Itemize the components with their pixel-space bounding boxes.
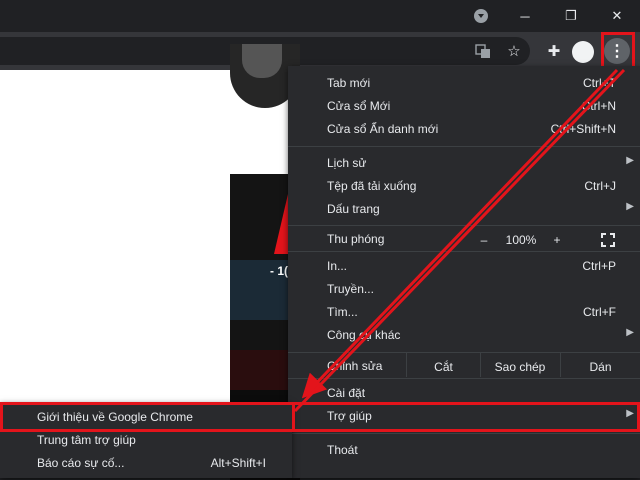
menu-item-find[interactable]: Tìm... Ctrl+F (288, 301, 640, 324)
zoom-in-button[interactable]: + (547, 228, 567, 252)
title-bar: ─ ❐ ✕ (0, 0, 640, 32)
menu-label: In... (327, 259, 348, 273)
menu-shortcut: Ctrl+T (583, 76, 616, 90)
image-text: - 1( (270, 264, 288, 278)
menu-separator (288, 378, 640, 379)
menu-item-new-tab[interactable]: Tab mới Ctrl+T (288, 72, 640, 95)
menu-label: Cài đặt (327, 386, 366, 400)
menu-label: Tab mới (327, 76, 371, 90)
menu-label: Trung tâm trợ giúp (37, 433, 136, 447)
minimize-button[interactable]: ─ (502, 0, 548, 32)
menu-item-incognito[interactable]: Cửa sổ Ẩn danh mới Ctrl+Shift+N (288, 118, 640, 141)
menu-separator (288, 433, 640, 434)
menu-item-cast[interactable]: Truyền... (288, 278, 640, 301)
menu-label: Báo cáo sự cố... (37, 456, 125, 470)
menu-shortcut: Ctrl+J (584, 179, 616, 193)
submenu-arrow-icon: ▶ (626, 201, 634, 212)
menu-label: Cửa sổ Ẩn danh mới (327, 122, 439, 136)
menu-item-more-tools[interactable]: Công cụ khác ▶ (288, 324, 640, 347)
submenu-item-about-chrome[interactable]: Giới thiệu về Google Chrome (0, 406, 292, 428)
menu-shortcut: Ctrl+P (582, 259, 616, 273)
menu-row-zoom: Thu phóng – 100% + (288, 226, 640, 250)
bookmark-star-icon[interactable]: ☆ (501, 38, 527, 64)
menu-item-settings[interactable]: Cài đặt (288, 382, 640, 405)
menu-separator (288, 146, 640, 147)
menu-label: Chỉnh sửa (327, 359, 383, 373)
menu-label: Dấu trang (327, 202, 380, 216)
menu-shortcut: Ctrl+F (583, 305, 616, 319)
menu-item-downloads[interactable]: Tệp đã tải xuống Ctrl+J (288, 175, 640, 198)
menu-row-edit: Chỉnh sửa Cắt Sao chép Dán (288, 353, 640, 377)
menu-label: Trợ giúp (327, 409, 372, 423)
menu-label: Tìm... (327, 305, 358, 319)
menu-separator (288, 251, 640, 252)
submenu-arrow-icon: ▶ (626, 155, 634, 166)
submenu-arrow-icon: ▶ (626, 408, 634, 419)
menu-label: Tệp đã tải xuống (327, 179, 417, 193)
copy-button[interactable]: Sao chép (481, 355, 559, 379)
chrome-main-menu: Tab mới Ctrl+T Cửa sổ Mới Ctrl+N Cửa sổ … (288, 66, 640, 478)
menu-label: Thu phóng (327, 232, 385, 246)
media-control-icon[interactable] (458, 0, 504, 32)
menu-button-highlight (601, 32, 635, 70)
menu-shortcut: Ctrl+N (581, 99, 616, 113)
menu-item-new-window[interactable]: Cửa sổ Mới Ctrl+N (288, 95, 640, 118)
translate-icon[interactable] (470, 38, 496, 64)
menu-item-history[interactable]: Lịch sử ▶ (288, 152, 640, 175)
submenu-item-help-center[interactable]: Trung tâm trợ giúp (0, 429, 292, 451)
menu-shortcut: Alt+Shift+I (210, 456, 266, 470)
submenu-arrow-icon: ▶ (626, 327, 634, 338)
profile-avatar[interactable] (572, 41, 594, 63)
menu-item-help[interactable]: Trợ giúp ▶ (288, 405, 640, 428)
restore-button[interactable]: ❐ (548, 0, 594, 32)
submenu-item-report-issue[interactable]: Báo cáo sự cố... Alt+Shift+I (0, 452, 292, 474)
paste-button[interactable]: Dán (561, 355, 640, 379)
menu-label: Công cụ khác (327, 328, 401, 342)
zoom-out-button[interactable]: – (474, 228, 494, 252)
menu-label: Giới thiệu về Google Chrome (37, 410, 193, 424)
zoom-level: 100% (505, 233, 537, 247)
menu-label: Truyền... (327, 282, 374, 296)
menu-item-bookmarks[interactable]: Dấu trang ▶ (288, 198, 640, 221)
menu-item-exit[interactable]: Thoát (288, 439, 640, 462)
menu-label: Cửa sổ Mới (327, 99, 391, 113)
fullscreen-icon[interactable] (596, 228, 620, 252)
cut-button[interactable]: Cắt (407, 355, 480, 379)
close-button[interactable]: ✕ (594, 0, 640, 32)
menu-label: Lịch sử (327, 156, 367, 170)
menu-label: Thoát (327, 443, 358, 457)
extensions-icon[interactable]: ✚ (541, 38, 567, 64)
menu-item-print[interactable]: In... Ctrl+P (288, 255, 640, 278)
help-submenu: Giới thiệu về Google Chrome Trung tâm tr… (0, 402, 292, 478)
menu-shortcut: Ctrl+Shift+N (550, 122, 616, 136)
